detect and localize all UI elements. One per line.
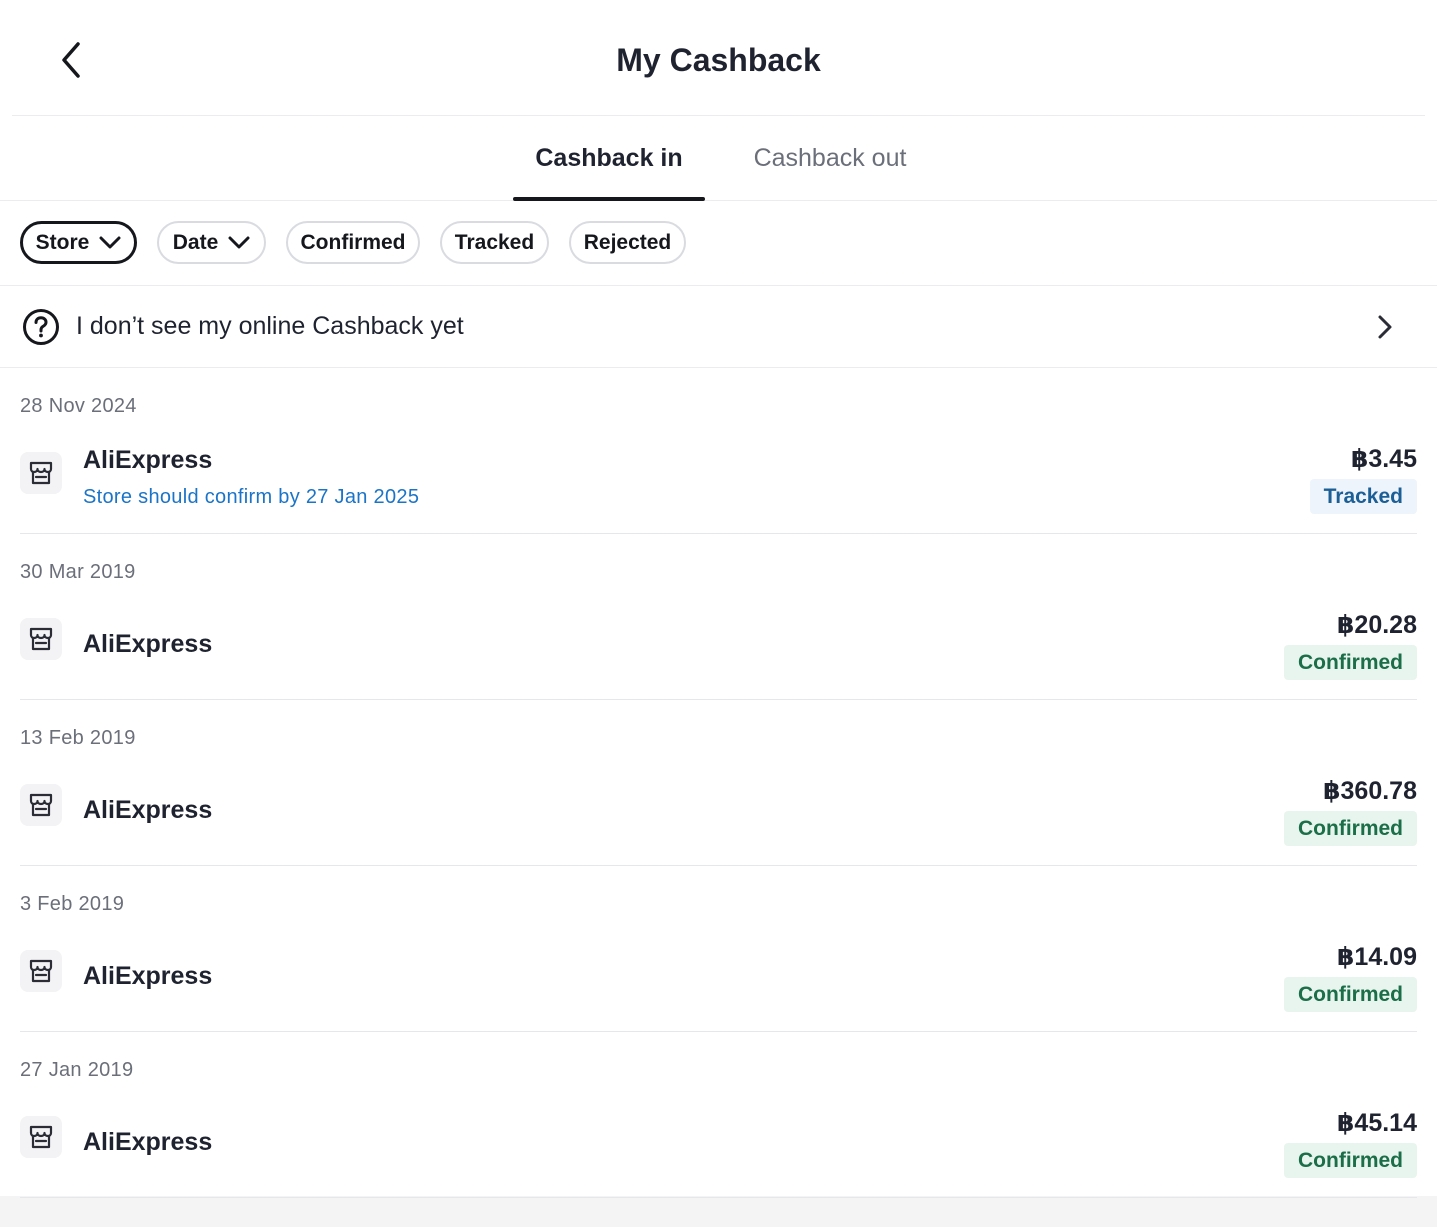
chevron-down-icon — [228, 236, 250, 248]
divider — [20, 1197, 1417, 1198]
entry-date: 30 Mar 2019 — [20, 561, 136, 583]
chevron-down-icon — [99, 236, 121, 248]
cashback-amount: ฿20.28 — [1337, 611, 1417, 639]
chevron-right-icon — [1378, 315, 1392, 339]
store-icon — [20, 784, 62, 826]
entry-date: 27 Jan 2019 — [20, 1059, 134, 1081]
storefront-icon — [29, 959, 53, 983]
cashback-amount: ฿14.09 — [1337, 943, 1417, 971]
confirmation-note: Store should confirm by 27 Jan 2025 — [83, 486, 420, 508]
storefront-icon — [29, 461, 53, 485]
entry-date: 13 Feb 2019 — [20, 727, 136, 749]
status-badge: Confirmed — [1284, 1143, 1417, 1178]
store-icon — [20, 452, 62, 494]
cashback-entry[interactable]: 13 Feb 2019 AliExpress ฿360.78 Confirmed — [0, 700, 1437, 866]
missing-cashback-help-row[interactable]: I don’t see my online Cashback yet — [0, 286, 1437, 368]
status-badge: Tracked — [1309, 479, 1417, 514]
store-name: AliExpress — [83, 1128, 213, 1156]
entry-date: 28 Nov 2024 — [20, 395, 137, 417]
storefront-icon — [29, 627, 53, 651]
cashback-tabs: Cashback in Cashback out — [0, 116, 1437, 201]
status-badge: Confirmed — [1284, 811, 1417, 846]
cashback-entry[interactable]: 27 Jan 2019 AliExpress ฿45.14 Confirmed — [0, 1032, 1437, 1198]
cashback-entry[interactable]: 30 Mar 2019 AliExpress ฿20.28 Confirmed — [0, 534, 1437, 700]
tab-cashback-out[interactable]: Cashback out — [735, 116, 925, 201]
confirmed-filter-chip[interactable]: Confirmed — [286, 221, 420, 264]
store-name: AliExpress — [83, 962, 213, 990]
storefront-icon — [29, 1125, 53, 1149]
store-icon — [20, 950, 62, 992]
cashback-entry[interactable]: 28 Nov 2024 AliExpress Store should conf… — [0, 368, 1437, 534]
date-filter-chip[interactable]: Date — [157, 221, 266, 264]
cashback-amount: ฿3.45 — [1350, 445, 1417, 473]
cashback-amount: ฿360.78 — [1323, 777, 1417, 805]
store-name: AliExpress — [83, 446, 213, 474]
rejected-filter-chip[interactable]: Rejected — [569, 221, 686, 264]
store-name: AliExpress — [83, 796, 213, 824]
entry-date: 3 Feb 2019 — [20, 893, 125, 915]
page-title: My Cashback — [616, 42, 821, 78]
top-bar: My Cashback — [12, 0, 1425, 116]
question-circle-icon — [23, 309, 59, 345]
tab-cashback-in[interactable]: Cashback in — [513, 116, 705, 201]
store-name: AliExpress — [83, 630, 213, 658]
cashback-list: 28 Nov 2024 AliExpress Store should conf… — [0, 368, 1437, 1198]
tracked-filter-chip[interactable]: Tracked — [440, 221, 549, 264]
store-filter-label: Store — [35, 230, 90, 254]
storefront-icon — [29, 793, 53, 817]
help-text: I don’t see my online Cashback yet — [76, 312, 464, 340]
store-icon — [20, 1116, 62, 1158]
status-badge: Confirmed — [1284, 977, 1417, 1012]
cashback-entry[interactable]: 3 Feb 2019 AliExpress ฿14.09 Confirmed — [0, 866, 1437, 1032]
store-filter-chip[interactable]: Store — [20, 221, 137, 264]
cashback-page: My Cashback Cashback in Cashback out Sto… — [0, 0, 1437, 1198]
status-badge: Confirmed — [1284, 645, 1417, 680]
cashback-amount: ฿45.14 — [1337, 1109, 1417, 1137]
store-icon — [20, 618, 62, 660]
filter-bar: Store Date Confirmed Tracked Rejected — [0, 201, 1437, 286]
date-filter-label: Date — [172, 230, 219, 254]
